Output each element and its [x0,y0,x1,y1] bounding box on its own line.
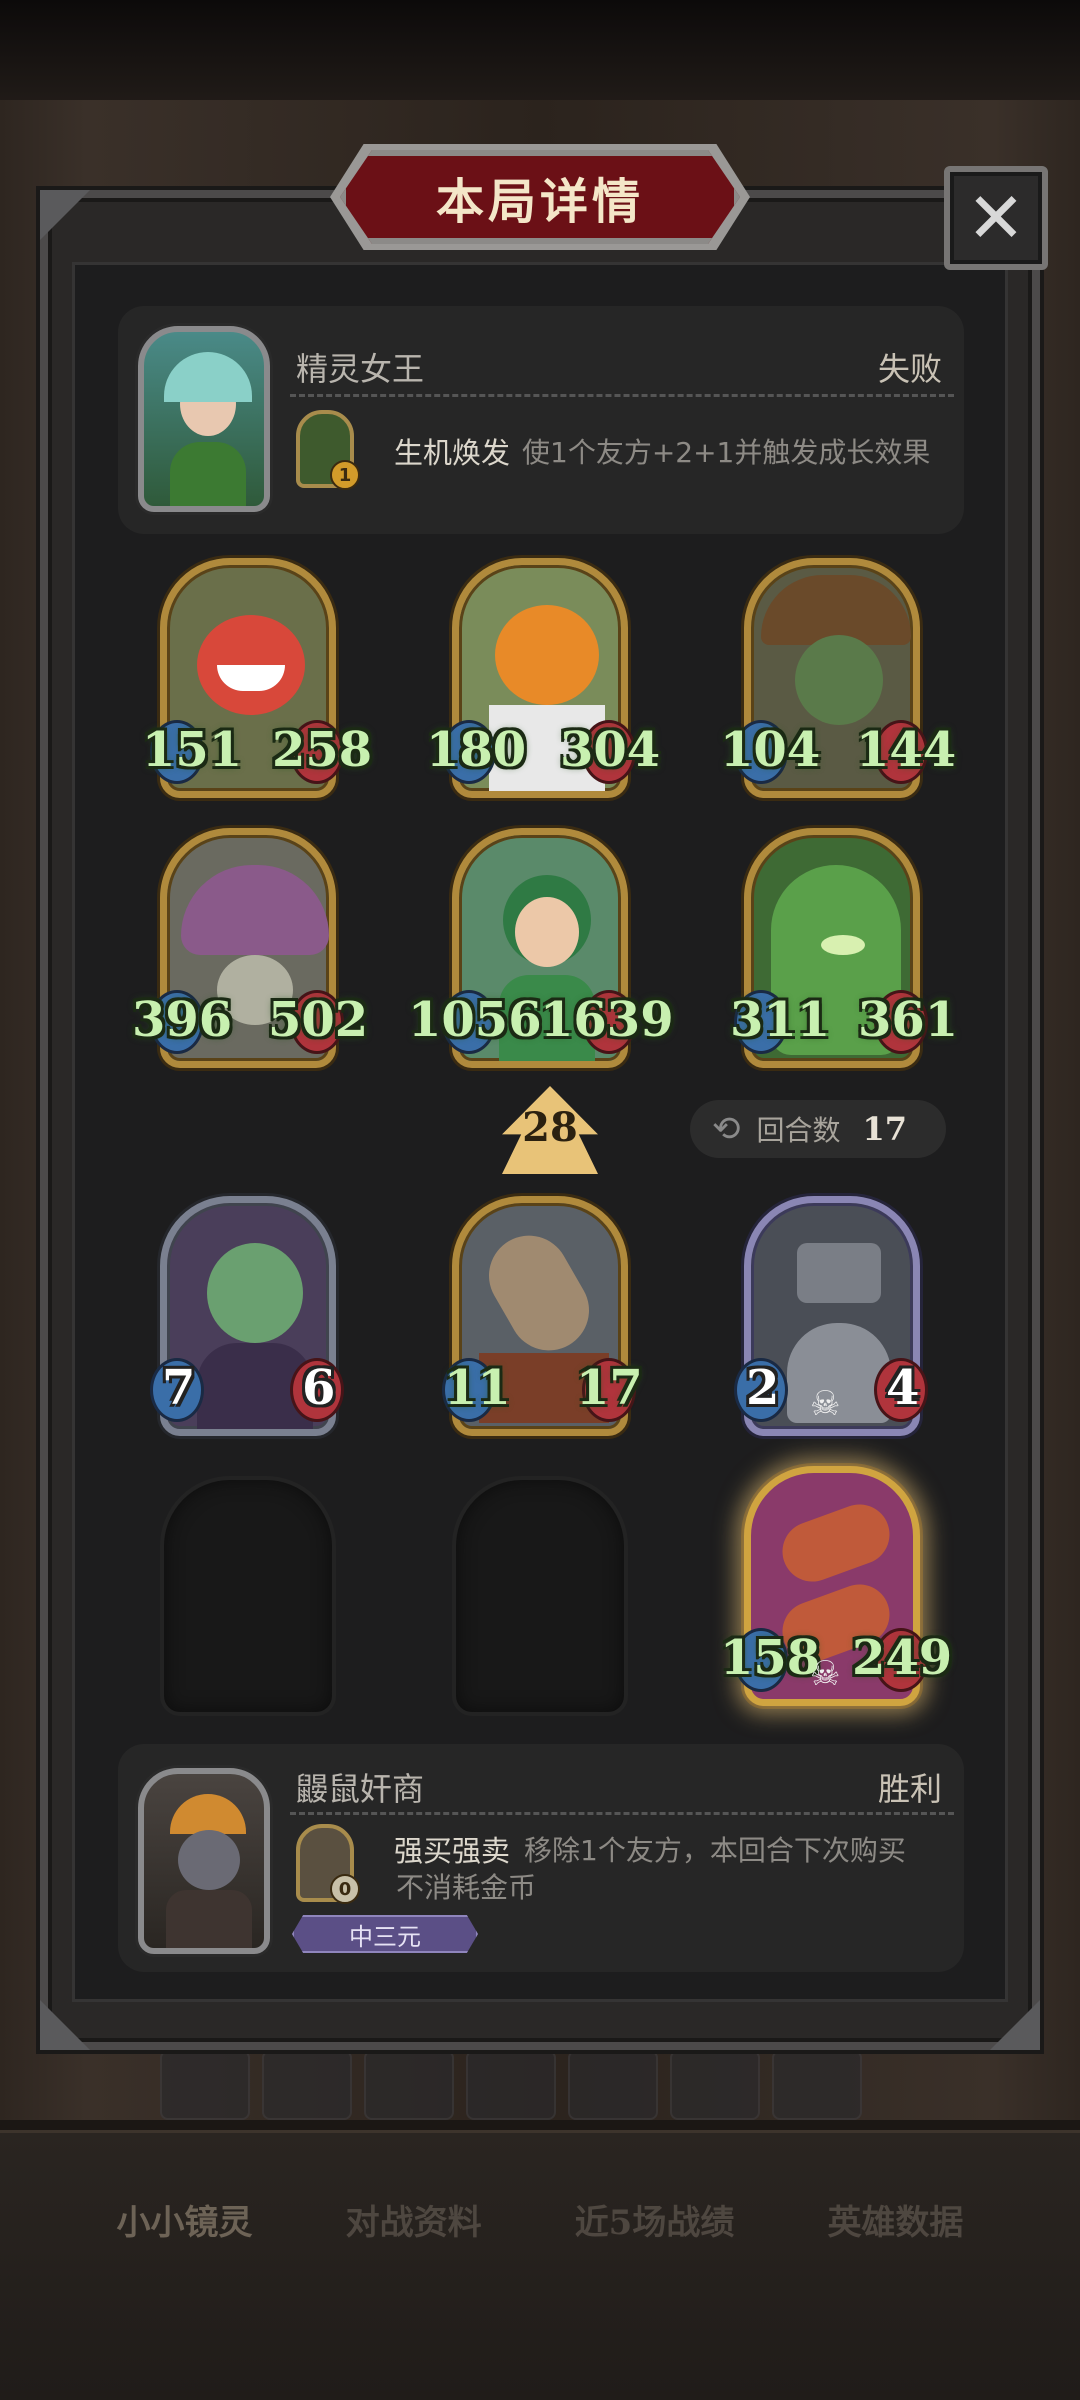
minion-attack: 396 [132,992,233,1048]
achievement-tag: 中三元 [292,1915,478,1953]
hero-power-icon[interactable]: 1 [296,410,360,490]
close-icon: ✕ [966,177,1026,259]
round-label: 回合数 [756,1114,841,1147]
minion-health: 502 [268,992,369,1048]
minion-attack: 311 [730,992,831,1048]
opponent-hero-name: 精灵女王 [296,350,425,388]
hero-power-description: 使1个友方+2+1并触发成长效果 [522,436,931,469]
dialog-title: 本局详情 [435,174,644,230]
player-result: 胜利 [877,1770,942,1808]
minion-health: 361 [858,992,959,1048]
minion-health: 258 [272,722,373,778]
minion-health: 1639 [540,992,674,1048]
minion-attack: 158 [720,1630,821,1686]
background-hero-strip [100,2040,980,2130]
empty-board-slot [452,1476,628,1716]
tavern-tier-value: 28 [522,1104,578,1151]
minion-health: 17 [576,1360,643,1416]
opponent-panel: 精灵女王 失败 1 生机焕发 使1个友方+2+1并触发成长效果 [118,306,964,534]
opponent-result: 失败 [877,350,942,388]
minion-health: 4 [886,1360,920,1416]
hero-power-name: 生机焕发 [394,436,511,470]
skull-icon: ☠ [810,1384,841,1424]
player-panel: 鼹鼠奸商 胜利 0 强买强卖 移除1个友方，本回合下次购买 不消耗金币 [118,1744,964,1972]
tab-recent-matches[interactable]: 近5场战绩 [575,2195,735,2244]
minion-attack: 11 [444,1360,511,1416]
minion-attack: 151 [142,722,243,778]
minion-health: 144 [856,722,957,778]
tab-hero-data[interactable]: 英雄数据 [827,2195,963,2244]
empty-board-slot [160,1476,336,1716]
minion-attack: 104 [720,722,821,778]
hero-power-cost: 0 [330,1874,360,1904]
minion-health: 304 [560,722,661,778]
title-plate: 本局详情 [340,150,740,244]
tab-little-mirror[interactable]: 小小镜灵 [117,2195,253,2244]
bottom-tab-bar [0,2130,1080,2400]
close-button[interactable]: ✕ [944,166,1048,270]
refresh-icon: ⟲ [712,1109,741,1149]
round-value: 17 [862,1110,908,1148]
player-hero-name: 鼹鼠奸商 [296,1770,425,1808]
hero-portrait-elf-queen[interactable] [138,326,270,512]
hero-power-icon[interactable]: 0 [296,1824,360,1904]
hero-power-cost: 1 [330,460,360,490]
divider [290,1812,954,1815]
minion-health: 249 [852,1630,953,1686]
skull-icon: ☠ [810,1654,841,1694]
round-counter: ⟲ 回合数 17 [690,1100,946,1158]
hero-power-description: 移除1个友方，本回合下次购买 [524,1834,906,1867]
minion-attack: 2 [746,1360,780,1416]
tab-battle-info[interactable]: 对战资料 [346,2195,482,2244]
hero-portrait-mole-merchant[interactable] [138,1768,270,1954]
hero-power-description-cont: 不消耗金币 [396,1871,537,1904]
bottom-tabs: 小小镜灵 对战资料 近5场战绩 英雄数据 [0,2195,1080,2244]
divider [290,394,954,397]
minion-attack: 180 [426,722,527,778]
hero-power-name: 强买强卖 [394,1834,511,1868]
minion-attack: 1056 [408,992,542,1048]
minion-attack: 7 [162,1360,196,1416]
minion-health: 6 [302,1360,336,1416]
